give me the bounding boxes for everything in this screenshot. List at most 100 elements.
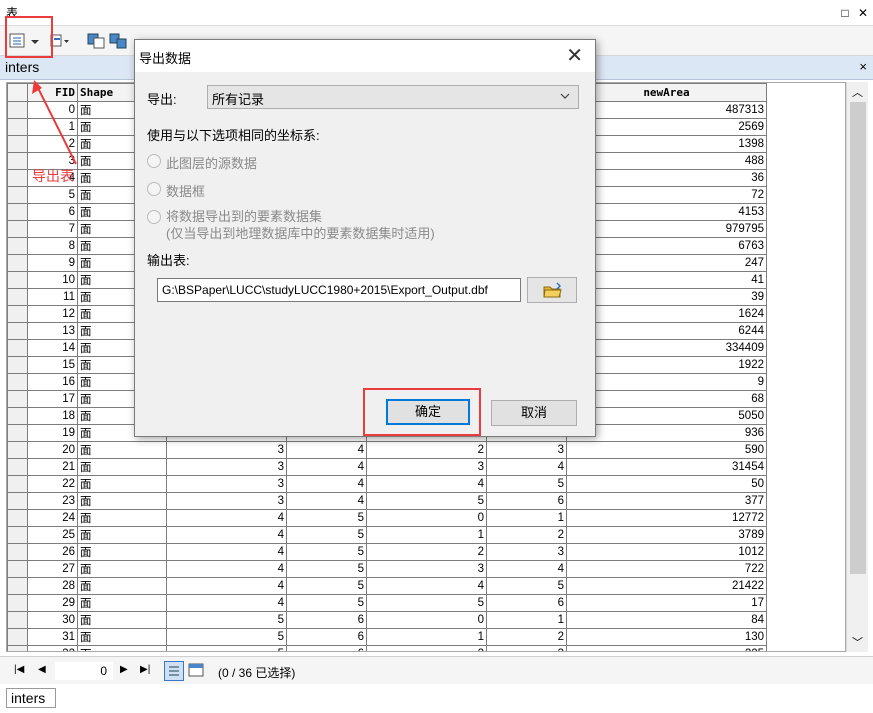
radio-data-frame-label: 数据框 xyxy=(166,184,206,199)
show-selected-records-icon[interactable] xyxy=(188,662,204,678)
cell-newarea: 12772 xyxy=(566,509,767,527)
table-row[interactable]: 24 面 4 5 0 1 12772 xyxy=(7,509,767,527)
row-selector[interactable] xyxy=(7,475,28,493)
row-selector[interactable] xyxy=(7,492,28,510)
table-row[interactable]: 31 面 5 6 1 2 130 xyxy=(7,628,767,646)
close-icon[interactable]: ✕ xyxy=(856,6,870,20)
row-selector[interactable] xyxy=(7,611,28,629)
table-row[interactable]: 32面5623225 xyxy=(7,645,767,651)
bottom-layer-tab[interactable]: inters xyxy=(6,688,56,708)
column-header-newarea[interactable]: newArea xyxy=(566,83,767,102)
row-selector[interactable] xyxy=(7,577,28,595)
row-selector[interactable] xyxy=(7,526,28,544)
row-selector[interactable] xyxy=(7,271,28,289)
row-selector[interactable] xyxy=(7,203,28,221)
table-row[interactable]: 20 面 3 4 2 3 590 xyxy=(7,441,767,459)
cell-fid: 13 xyxy=(27,322,78,340)
row-selector[interactable] xyxy=(7,509,28,527)
dialog-title: 导出数据 xyxy=(139,51,192,66)
cell-col-3: 3 xyxy=(366,458,487,476)
cell-col-2: 5 xyxy=(286,594,367,612)
cell-newarea: 1398 xyxy=(566,135,767,153)
cell-shape: 面 xyxy=(77,475,167,493)
row-selector[interactable] xyxy=(7,305,28,323)
cell-fid: 14 xyxy=(27,339,78,357)
row-selector[interactable] xyxy=(7,390,28,408)
cell-col-2: 4 xyxy=(286,475,367,493)
tab-close-icon[interactable]: × xyxy=(859,59,867,74)
row-selector[interactable] xyxy=(7,424,28,442)
cell-newarea: 17 xyxy=(566,594,767,612)
cancel-button[interactable]: 取消 xyxy=(491,400,577,426)
cell-col-2: 4 xyxy=(286,441,367,459)
cell-col-4: 3 xyxy=(486,543,567,561)
row-selector[interactable] xyxy=(7,543,28,561)
minimize-icon[interactable]: □ xyxy=(838,6,852,20)
scroll-up-icon[interactable]: ︿ xyxy=(852,84,863,100)
table-row[interactable]: 21 面 3 4 3 4 31454 xyxy=(7,458,767,476)
cell-shape: 面 xyxy=(77,645,167,651)
cell-fid: 11 xyxy=(27,288,78,306)
row-selector[interactable] xyxy=(7,628,28,646)
cell-newarea: 225 xyxy=(566,645,767,651)
row-selector[interactable] xyxy=(7,288,28,306)
radio-layer-source[interactable] xyxy=(147,154,161,168)
row-selector[interactable] xyxy=(7,458,28,476)
browse-button[interactable] xyxy=(527,277,577,303)
last-record-icon[interactable]: ▶| xyxy=(140,664,150,675)
cell-fid: 22 xyxy=(27,475,78,493)
scrollbar-thumb[interactable] xyxy=(850,102,866,574)
first-record-icon[interactable]: |◀ xyxy=(14,664,24,675)
scroll-down-icon[interactable]: ﹀ xyxy=(852,634,863,650)
table-row[interactable]: 27 面 4 5 3 4 722 xyxy=(7,560,767,578)
radio-feature-dataset[interactable] xyxy=(147,210,161,224)
row-selector[interactable] xyxy=(7,373,28,391)
cell-shape: 面 xyxy=(77,594,167,612)
folder-open-icon xyxy=(543,282,562,298)
cell-newarea: 722 xyxy=(566,560,767,578)
table-row[interactable]: 26 面 4 5 2 3 1012 xyxy=(7,543,767,561)
row-selector[interactable] xyxy=(7,220,28,238)
table-row[interactable]: 23 面 3 4 5 6 377 xyxy=(7,492,767,510)
export-data-dialog: 导出数据 ✕ 导出: 所有记录 使用与以下选项相同的坐标系: 此图层的源数据 数… xyxy=(134,39,596,437)
cell-col-1: 4 xyxy=(166,543,287,561)
cell-col-4: 6 xyxy=(486,492,567,510)
row-selector[interactable] xyxy=(7,356,28,374)
cell-col-1: 5 xyxy=(166,611,287,629)
cell-fid: 10 xyxy=(27,271,78,289)
table-row[interactable]: 22 面 3 4 4 5 50 xyxy=(7,475,767,493)
current-record-input[interactable]: 0 xyxy=(54,661,114,681)
table-row[interactable]: 30 面 5 6 0 1 84 xyxy=(7,611,767,629)
table-row[interactable]: 29 面 4 5 5 6 17 xyxy=(7,594,767,612)
row-selector[interactable] xyxy=(7,407,28,425)
row-selector[interactable] xyxy=(7,441,28,459)
output-path-field[interactable]: G:\BSPaper\LUCC\studyLUCC1980+2015\Expor… xyxy=(157,278,521,302)
cell-fid: 31 xyxy=(27,628,78,646)
show-all-records-icon[interactable] xyxy=(164,661,184,681)
row-selector[interactable] xyxy=(7,560,28,578)
row-selector[interactable] xyxy=(7,237,28,255)
cell-newarea: 1012 xyxy=(566,543,767,561)
dialog-close-icon[interactable]: ✕ xyxy=(566,43,583,68)
table-row[interactable]: 28 面 4 5 4 5 21422 xyxy=(7,577,767,595)
cell-shape: 面 xyxy=(77,492,167,510)
cell-newarea: 50 xyxy=(566,475,767,493)
export-select[interactable]: 所有记录 xyxy=(207,85,579,109)
row-selector[interactable] xyxy=(7,339,28,357)
cell-col-4: 3 xyxy=(486,645,567,651)
annotation-label: 导出表 xyxy=(32,168,74,184)
vertical-scrollbar[interactable]: ︿ ﹀ xyxy=(846,82,868,652)
row-selector[interactable] xyxy=(7,645,28,651)
previous-record-icon[interactable]: ◀ xyxy=(38,664,46,675)
cell-fid: 15 xyxy=(27,356,78,374)
cell-col-4: 1 xyxy=(486,611,567,629)
table-row[interactable]: 25 面 4 5 1 2 3789 xyxy=(7,526,767,544)
cell-shape: 面 xyxy=(77,441,167,459)
radio-data-frame[interactable] xyxy=(147,182,161,196)
row-selector[interactable] xyxy=(7,594,28,612)
row-selector[interactable] xyxy=(7,254,28,272)
cell-newarea: 84 xyxy=(566,611,767,629)
cell-col-3: 0 xyxy=(366,509,487,527)
next-record-icon[interactable]: ▶ xyxy=(120,664,128,675)
row-selector[interactable] xyxy=(7,322,28,340)
